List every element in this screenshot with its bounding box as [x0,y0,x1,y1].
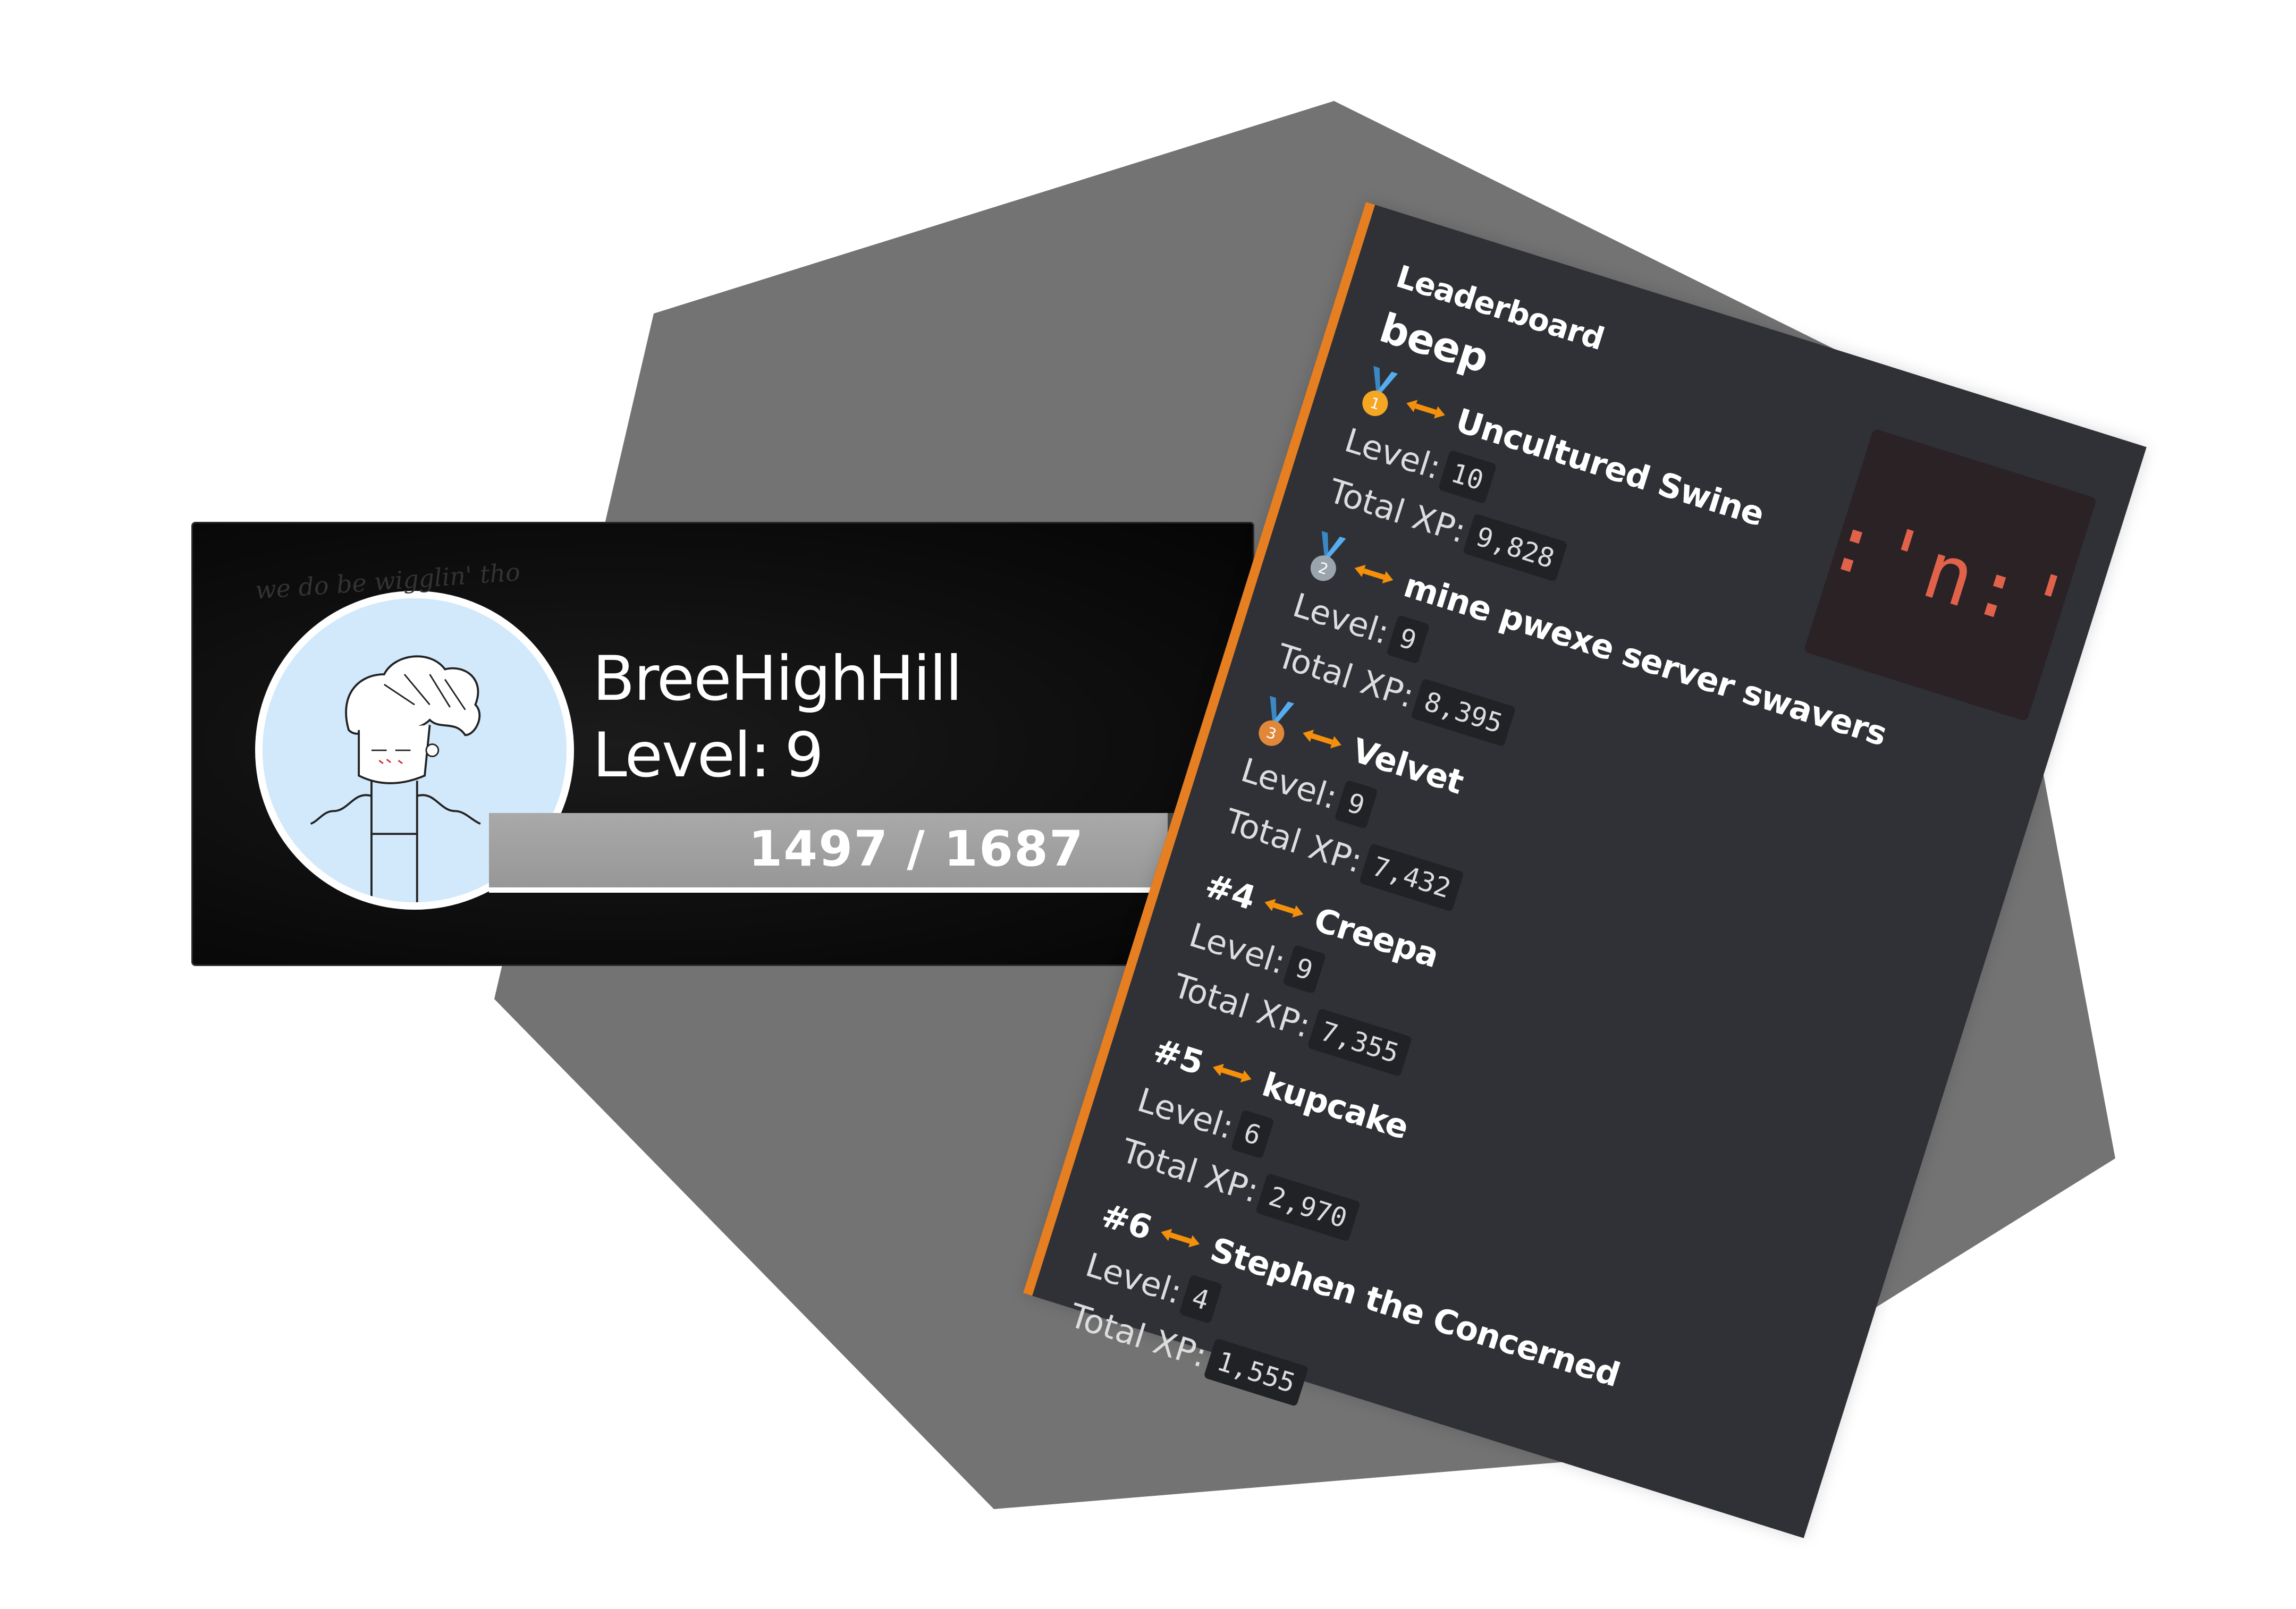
rank-card: we do be wigglin' tho BreeHighHill Level… [191,522,1254,966]
rank-level-value: 9 [784,719,824,791]
entry-rank: #6 [1096,1195,1157,1248]
entry-rank: #5 [1149,1030,1209,1083]
entry-level-value: 10 [1437,450,1497,504]
rank-username: BreeHighHill [593,643,963,715]
entry-level-value: 9 [1333,780,1378,829]
entry-level-value: 4 [1178,1274,1223,1324]
entry-level-value: 6 [1230,1109,1274,1159]
rank-level: Level: 9 [593,719,824,791]
bronze-medal-icon: 3 [1251,695,1298,753]
rank-level-label: Level: [593,719,771,791]
double-arrow-icon [1402,393,1449,426]
entry-rank: #4 [1200,865,1261,918]
entry-level-value: 9 [1282,944,1327,994]
gold-medal-icon: 1 [1354,365,1402,424]
double-arrow-icon [1261,892,1307,925]
double-arrow-icon [1209,1057,1255,1090]
xp-progress-text: 1497 / 1687 [748,820,1084,877]
xp-progress-bar: 1497 / 1687 [489,813,1254,893]
double-arrow-icon [1350,557,1397,590]
double-arrow-icon [1157,1222,1204,1255]
screenshot-stage: we do be wigglin' tho BreeHighHill Level… [0,0,2296,1609]
silver-medal-icon: 2 [1302,530,1350,589]
entry-level-value: 9 [1386,614,1430,664]
double-arrow-icon [1298,723,1345,756]
